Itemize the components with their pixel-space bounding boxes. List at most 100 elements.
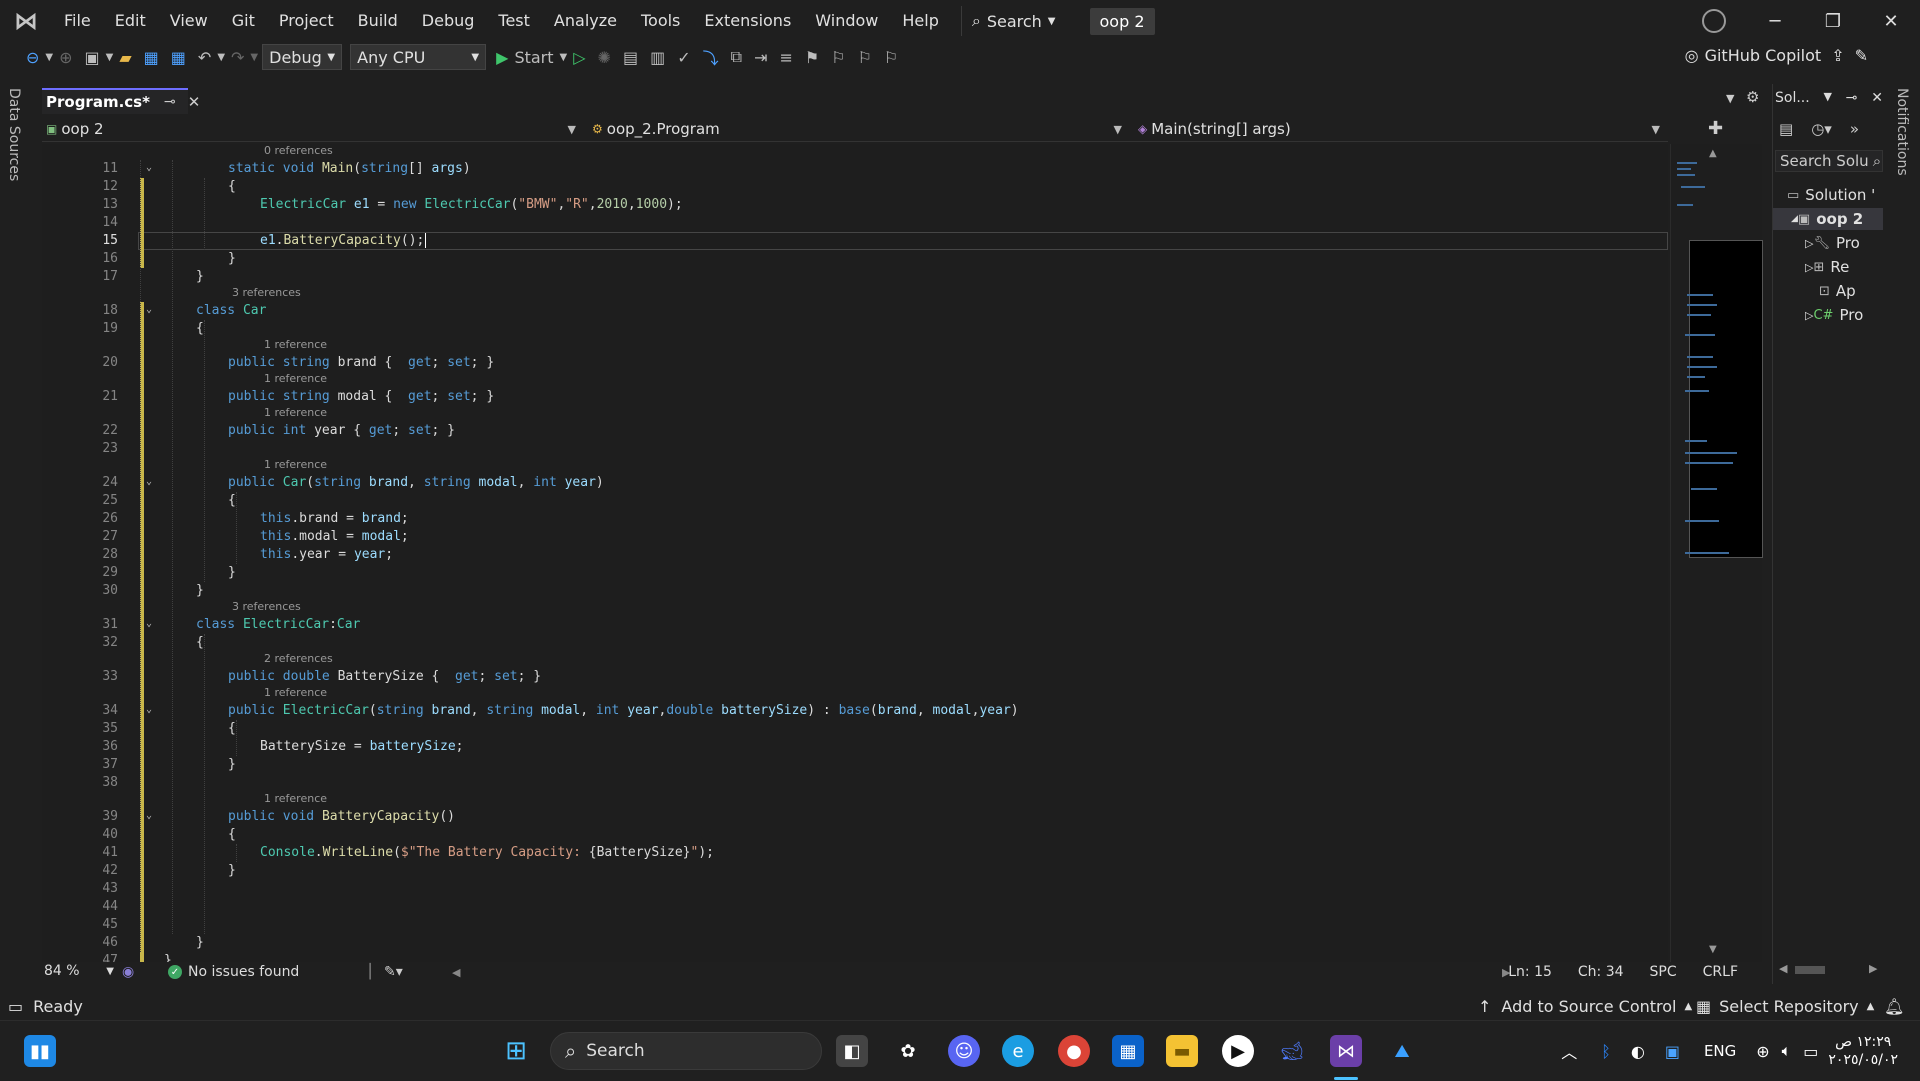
code-line[interactable]: 31 ⌄ class ElectricCar:Car bbox=[42, 616, 1668, 634]
menu-test[interactable]: Test bbox=[486, 0, 542, 42]
notification-bell-icon[interactable]: 🔔︎ bbox=[1884, 997, 1904, 1016]
switch-views-icon[interactable]: ▤ bbox=[1779, 120, 1793, 138]
column-number[interactable]: Ch: 34 bbox=[1578, 964, 1624, 980]
menu-project[interactable]: Project bbox=[267, 0, 346, 42]
start-without-debugging-icon[interactable]: ▷ bbox=[573, 48, 585, 67]
visual-studio-logo-icon[interactable]: ⋈ bbox=[12, 7, 40, 35]
scroll-right-icon[interactable]: ▶ bbox=[1869, 962, 1877, 975]
feedback-icon[interactable]: ✎ bbox=[1855, 46, 1868, 65]
code-line[interactable]: 45 bbox=[42, 916, 1668, 934]
discord-icon[interactable]: ☺ bbox=[948, 1035, 980, 1067]
pin-icon[interactable]: ⊸ bbox=[1846, 90, 1858, 106]
edge-icon[interactable]: e bbox=[1002, 1035, 1034, 1067]
tab-program-cs[interactable]: Program.cs* ⊸ ✕ bbox=[42, 88, 200, 114]
code-line[interactable]: 28 this.year = year; bbox=[42, 546, 1668, 564]
code-line[interactable]: 22 public int year { get; set; } bbox=[42, 422, 1668, 440]
platform-dropdown[interactable]: Any CPU ▼ bbox=[350, 44, 487, 70]
new-project-icon[interactable]: ▣ bbox=[85, 48, 100, 67]
code-lens-references[interactable]: 1 reference bbox=[264, 792, 464, 808]
expand-arrow-icon[interactable]: ▷ bbox=[1805, 261, 1813, 274]
code-lens-references[interactable]: 1 reference bbox=[264, 406, 464, 422]
code-cleanup-icon[interactable]: ✎▾ bbox=[384, 964, 403, 980]
line-number[interactable]: Ln: 15 bbox=[1508, 964, 1552, 980]
code-line[interactable]: 39 ⌄ public void BatteryCapacity() bbox=[42, 808, 1668, 826]
history-icon[interactable]: ◷▾ bbox=[1811, 120, 1832, 138]
expand-arrow-icon[interactable]: ▷ bbox=[1805, 309, 1813, 322]
chevron-down-icon[interactable]: ▼ bbox=[560, 52, 568, 63]
intellicode-icon[interactable]: ◉ bbox=[122, 964, 134, 980]
save-all-icon[interactable]: ▦ bbox=[171, 48, 186, 67]
code-line[interactable]: 34 ⌄ public ElectricCar(string brand, stri… bbox=[42, 702, 1668, 720]
language-indicator[interactable]: ENG bbox=[1704, 1042, 1736, 1060]
undo-icon[interactable]: ↶ bbox=[198, 48, 211, 67]
data-sources-tab[interactable]: Data Sources bbox=[6, 88, 22, 181]
layout-icon[interactable]: ▥ bbox=[650, 48, 665, 67]
zoom-dropdown[interactable]: 84 % ▼ bbox=[44, 963, 114, 979]
minimap-scrollbar[interactable]: ▲ ▼ bbox=[1670, 144, 1763, 962]
fold-chevron-icon[interactable]: ⌄ bbox=[146, 704, 152, 715]
solution-tree-item[interactable]: ▷ 🔧︎ Pro bbox=[1773, 232, 1883, 254]
code-line[interactable]: 18 ⌄ class Car bbox=[42, 302, 1668, 320]
select-repository-button[interactable]: ▦ Select Repository ▲ bbox=[1696, 997, 1874, 1016]
code-line[interactable]: 41 Console.WriteLine($"The Battery Capaci… bbox=[42, 844, 1668, 862]
gear-icon[interactable]: ⚙ bbox=[1746, 88, 1759, 106]
bluetooth-icon[interactable]: ᛒ bbox=[1601, 1042, 1611, 1061]
code-line[interactable]: 19 { bbox=[42, 320, 1668, 338]
fold-chevron-icon[interactable]: ⌄ bbox=[146, 810, 152, 821]
close-window-icon[interactable]: ✕ bbox=[1862, 11, 1920, 32]
menu-tools[interactable]: Tools bbox=[629, 0, 692, 42]
media-player-icon[interactable]: ▶ bbox=[1222, 1035, 1254, 1067]
code-lens-references[interactable]: 0 references bbox=[264, 144, 464, 160]
next-bookmark-icon[interactable]: ⚐ bbox=[858, 48, 872, 67]
solution-tree-item[interactable]: ⊡ Ap bbox=[1773, 280, 1883, 302]
code-line[interactable]: 25 { bbox=[42, 492, 1668, 510]
clock[interactable]: ١٢:٢٩ ص ٢٠٢٥/٠٥/٠٢ bbox=[1828, 1033, 1898, 1069]
code-line[interactable]: 46} bbox=[42, 934, 1668, 952]
minimize-icon[interactable]: ─ bbox=[1746, 11, 1804, 32]
menu-edit[interactable]: Edit bbox=[103, 0, 158, 42]
expand-arrow-icon[interactable]: ▷ bbox=[1805, 237, 1813, 250]
code-line[interactable]: 43 bbox=[42, 880, 1668, 898]
indent-icon[interactable]: ⇥ bbox=[754, 48, 767, 67]
solution-search-input[interactable]: Search Solu ⌕ bbox=[1775, 150, 1883, 172]
navigate-forward-icon[interactable]: ⊕ bbox=[59, 48, 72, 67]
solution-tree-item[interactable]: ▭ Solution ' bbox=[1773, 184, 1883, 206]
menu-analyze[interactable]: Analyze bbox=[542, 0, 629, 42]
fold-chevron-icon[interactable]: ⌄ bbox=[146, 162, 152, 173]
fold-chevron-icon[interactable]: ⌄ bbox=[146, 618, 152, 629]
expanded-arrow-icon[interactable]: ◢ bbox=[1791, 214, 1798, 224]
code-lens-references[interactable]: 3 references bbox=[232, 286, 432, 302]
scroll-down-icon[interactable]: ▼ bbox=[1709, 944, 1717, 955]
navigate-back-icon[interactable]: ⊖ bbox=[26, 48, 39, 67]
step-into-icon[interactable]: ⤵ bbox=[703, 45, 719, 69]
taskbar-search[interactable]: ⌕ Search bbox=[550, 1032, 822, 1070]
account-icon[interactable] bbox=[1702, 9, 1726, 33]
code-editor[interactable]: 0 references 11 ⌄ static void Main(string[]… bbox=[42, 144, 1668, 962]
chevron-down-icon[interactable]: ▼ bbox=[45, 52, 53, 63]
scroll-left-icon[interactable]: ◀ bbox=[452, 966, 460, 979]
close-panel-icon[interactable]: ✕ bbox=[1871, 90, 1883, 106]
start-play-icon[interactable]: ▶ bbox=[496, 48, 508, 67]
code-line[interactable]: 35 { bbox=[42, 720, 1668, 738]
previous-bookmark-icon[interactable]: ⚐ bbox=[831, 48, 845, 67]
menu-file[interactable]: File bbox=[52, 0, 103, 42]
code-line[interactable]: 23 bbox=[42, 440, 1668, 458]
clear-bookmarks-icon[interactable]: ⚐ bbox=[884, 48, 898, 67]
fold-chevron-icon[interactable]: ⌄ bbox=[146, 476, 152, 487]
code-line[interactable]: 38 bbox=[42, 774, 1668, 792]
save-icon[interactable]: ▦ bbox=[144, 48, 159, 67]
comment-icon[interactable]: ≡ bbox=[779, 48, 792, 67]
solution-tree-item[interactable]: ◢ ▣ oop 2 bbox=[1773, 208, 1883, 230]
menu-git[interactable]: Git bbox=[220, 0, 267, 42]
spell-check-icon[interactable]: ✓ bbox=[677, 48, 690, 67]
scroll-up-icon[interactable]: ▲ bbox=[1709, 148, 1717, 159]
widgets-icon[interactable]: ▮▮ bbox=[24, 1035, 56, 1067]
solution-explorer-icon[interactable]: ▤ bbox=[623, 48, 638, 67]
monitor-icon[interactable]: ▣ bbox=[1665, 1042, 1680, 1061]
solution-tree-item[interactable]: ▷ ⊞ Re bbox=[1773, 256, 1883, 278]
solution-tree-item[interactable]: ▷ C# Pro bbox=[1773, 304, 1883, 326]
visual-studio-taskbar-icon[interactable]: ⋈ bbox=[1330, 1035, 1362, 1067]
github-copilot-button[interactable]: ◎ GitHub Copilot ⇪ ✎ bbox=[1685, 46, 1868, 65]
network-icon[interactable]: ⊕ bbox=[1756, 1042, 1769, 1061]
menu-debug[interactable]: Debug bbox=[410, 0, 487, 42]
